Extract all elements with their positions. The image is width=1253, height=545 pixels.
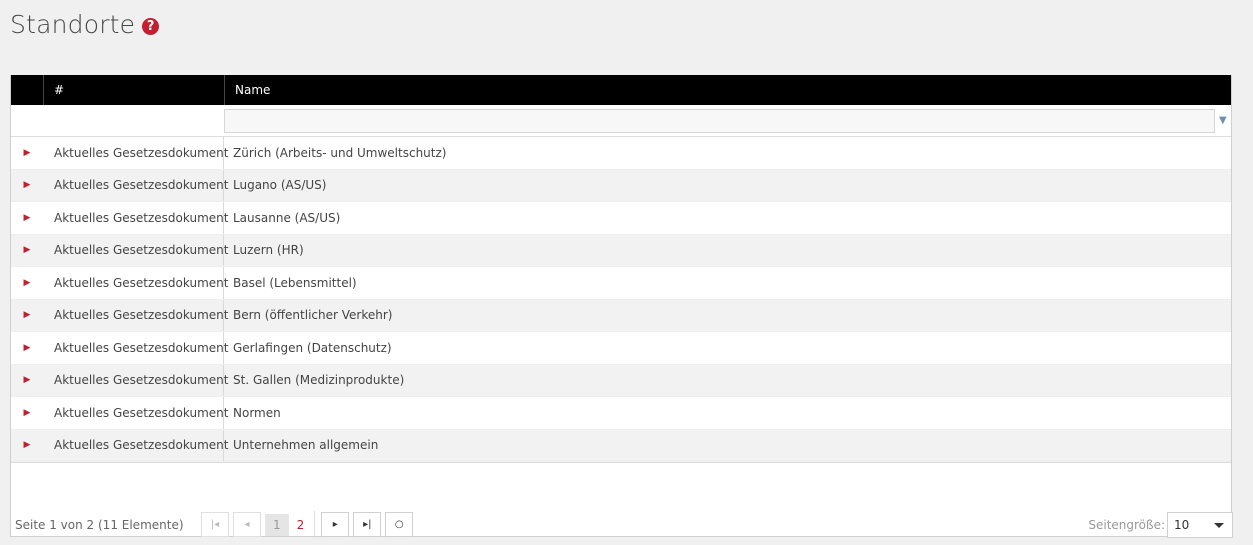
header-expand-column	[11, 75, 43, 105]
header-column-number[interactable]: #	[43, 75, 224, 105]
table-row[interactable]: ▶ Aktuelles Gesetzesdokument Normen	[11, 397, 1231, 430]
data-grid: # Name ▼ ▶ Aktuelles Gesetzesdokument Züri…	[10, 75, 1232, 537]
first-page-icon[interactable]: |◂	[201, 512, 229, 537]
row-number-cell: Aktuelles Gesetzesdokument	[43, 299, 228, 331]
row-number-cell: Aktuelles Gesetzesdokument	[43, 429, 228, 461]
grid-empty-area	[11, 462, 1231, 502]
grid-rows: ▶ Aktuelles Gesetzesdokument Zürich (Arbei…	[11, 137, 1231, 462]
filter-icon[interactable]: ▼	[1219, 115, 1229, 126]
row-number-cell: Aktuelles Gesetzesdokument	[43, 364, 228, 396]
expand-arrow-icon[interactable]: ▶	[11, 180, 43, 190]
chevron-down-icon	[1214, 522, 1224, 528]
table-row[interactable]: ▶ Aktuelles Gesetzesdokument Bern (öffentl…	[11, 299, 1231, 332]
expand-arrow-icon[interactable]: ▶	[11, 375, 43, 385]
page-title: Standorte	[10, 10, 136, 39]
pager-divider	[314, 511, 316, 538]
page-size-control: Seitengröße: 10	[1088, 512, 1233, 538]
page-size-value: 10	[1174, 518, 1190, 532]
pager: Seite 1 von 2 (11 Elemente) |◂ ◂ 1 2 ▸ ▸…	[0, 504, 1253, 545]
row-number-cell: Aktuelles Gesetzesdokument	[43, 202, 228, 234]
row-number-cell: Aktuelles Gesetzesdokument	[43, 137, 228, 169]
next-page-icon[interactable]: ▸	[321, 512, 350, 537]
table-row[interactable]: ▶ Aktuelles Gesetzesdokument Gerlafingen (…	[11, 332, 1231, 365]
question-circle-icon[interactable]: ?	[142, 18, 160, 35]
table-row[interactable]: ▶ Aktuelles Gesetzesdokument Luzern (HR)	[11, 234, 1231, 267]
row-name-cell: St. Gallen (Medizinprodukte)	[233, 373, 405, 388]
table-row[interactable]: ▶ Aktuelles Gesetzesdokument Lausanne (AS/…	[11, 202, 1231, 235]
row-name-cell: Bern (öffentlicher Verkehr)	[233, 308, 393, 323]
expand-arrow-icon[interactable]: ▶	[11, 148, 43, 158]
table-row[interactable]: ▶ Aktuelles Gesetzesdokument Lugano (AS/US…	[11, 169, 1231, 202]
last-page-icon[interactable]: ▸|	[353, 512, 382, 537]
row-name-cell: Zürich (Arbeits- und Umweltschutz)	[233, 145, 447, 160]
table-row[interactable]: ▶ Aktuelles Gesetzesdokument Zürich (Arbei…	[11, 137, 1231, 170]
table-row[interactable]: ▶ Aktuelles Gesetzesdokument Unternehmen a…	[11, 429, 1231, 462]
expand-arrow-icon[interactable]: ▶	[11, 408, 43, 418]
row-name-cell: Basel (Lebensmittel)	[233, 275, 357, 290]
header-column-name[interactable]: Name	[224, 75, 1231, 105]
page-size-label: Seitengröße:	[1088, 518, 1165, 532]
refresh-icon[interactable]: ○	[385, 512, 414, 537]
row-name-cell: Unternehmen allgemein	[233, 438, 379, 453]
expand-arrow-icon[interactable]: ▶	[11, 245, 43, 255]
row-name-cell: Luzern (HR)	[233, 243, 304, 258]
page-number-link[interactable]: 2	[289, 514, 313, 536]
expand-arrow-icon[interactable]: ▶	[11, 440, 43, 450]
pager-info: Seite 1 von 2 (11 Elemente)	[15, 517, 184, 532]
expand-arrow-icon[interactable]: ▶	[11, 343, 43, 353]
page-size-select[interactable]: 10	[1167, 512, 1233, 538]
previous-page-icon[interactable]: ◂	[233, 512, 261, 537]
row-name-cell: Gerlafingen (Datenschutz)	[233, 340, 392, 355]
table-row[interactable]: ▶ Aktuelles Gesetzesdokument Basel (Lebens…	[11, 267, 1231, 300]
grid-header: # Name	[11, 75, 1231, 105]
row-number-cell: Aktuelles Gesetzesdokument	[43, 169, 228, 201]
row-number-cell: Aktuelles Gesetzesdokument	[43, 267, 228, 299]
row-number-cell: Aktuelles Gesetzesdokument	[43, 332, 228, 364]
table-row[interactable]: ▶ Aktuelles Gesetzesdokument St. Gallen (M…	[11, 364, 1231, 397]
page-title-wrapper: Standorte ?	[10, 10, 160, 39]
row-number-cell: Aktuelles Gesetzesdokument	[43, 234, 228, 266]
page-number-current[interactable]: 1	[265, 513, 289, 536]
row-number-cell: Aktuelles Gesetzesdokument	[43, 397, 228, 429]
row-name-cell: Lausanne (AS/US)	[233, 210, 341, 225]
expand-arrow-icon[interactable]: ▶	[11, 213, 43, 223]
name-filter-input[interactable]	[224, 108, 1215, 133]
expand-arrow-icon[interactable]: ▶	[11, 310, 43, 320]
row-name-cell: Lugano (AS/US)	[233, 178, 327, 193]
filter-row: ▼	[11, 105, 1231, 137]
row-name-cell: Normen	[233, 405, 281, 420]
expand-arrow-icon[interactable]: ▶	[11, 278, 43, 288]
